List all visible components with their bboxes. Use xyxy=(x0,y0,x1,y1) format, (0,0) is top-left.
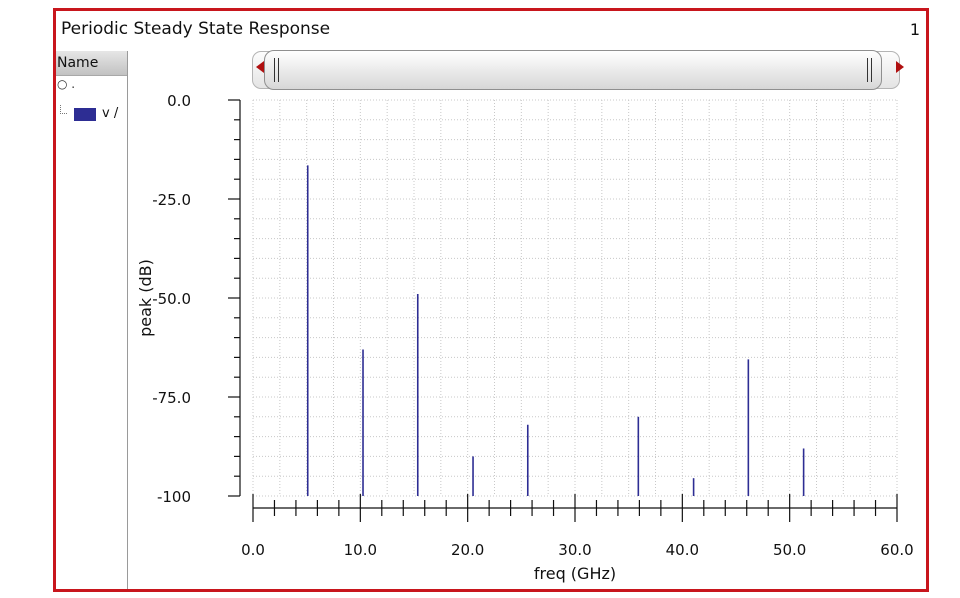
x-tick-label: 30.0 xyxy=(558,541,591,559)
plot-window: Periodic Steady State Response 1 Name ○ … xyxy=(53,8,929,592)
x-tick-label: 10.0 xyxy=(344,541,377,559)
y-tick-label: -25.0 xyxy=(152,191,191,209)
grid xyxy=(252,99,898,497)
y-tick-label: 0.0 xyxy=(167,92,191,110)
y-tick-label: -75.0 xyxy=(152,389,191,407)
x-tick-label: 0.0 xyxy=(241,541,265,559)
x-axis-title: freq (GHz) xyxy=(534,564,616,583)
chart-svg: 0.0 -25.0 -50.0 -75.0 -100 0.0 10.0 20.0 30.0 40.… xyxy=(136,92,914,583)
tick-labels: 0.0 -25.0 -50.0 -75.0 -100 0.0 10.0 20.0 30.0 40.… xyxy=(152,92,914,559)
x-tick-label: 60.0 xyxy=(880,541,913,559)
x-tick-label: 20.0 xyxy=(451,541,484,559)
x-tick-label: 40.0 xyxy=(666,541,699,559)
y-axis-title: peak (dB) xyxy=(136,259,155,337)
y-tick-label: -100 xyxy=(157,488,191,506)
x-tick-label: 50.0 xyxy=(773,541,806,559)
axes xyxy=(228,99,898,522)
y-tick-label: -50.0 xyxy=(152,290,191,308)
stems xyxy=(306,165,805,496)
